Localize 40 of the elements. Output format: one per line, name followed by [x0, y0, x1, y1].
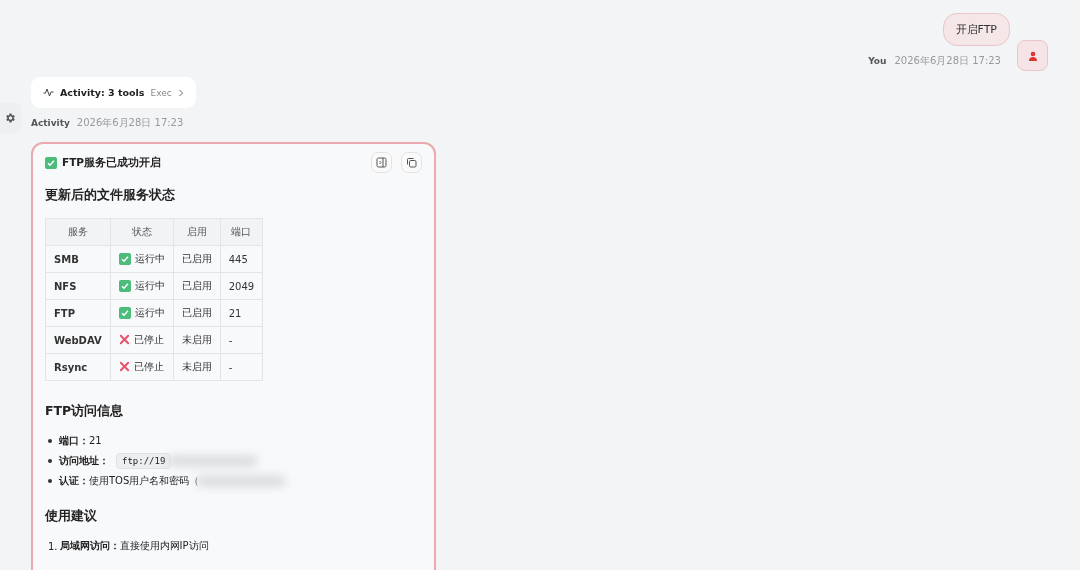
address-code: ftp://19 — [116, 453, 172, 469]
table-cell: 已启用 — [173, 299, 221, 327]
list-item-text: 访问地址： — [59, 454, 109, 468]
table-cell: 已启用 — [173, 272, 221, 300]
sender-name: Activity — [31, 118, 70, 128]
section-heading: 更新后的文件服务状态 — [45, 187, 176, 204]
table-cell: Rsync — [45, 353, 111, 381]
table-cell: - — [220, 326, 263, 354]
user-message: 开启FTP — [942, 13, 1010, 46]
table-cell: WebDAV — [45, 326, 111, 354]
table-cell: 未启用 — [173, 326, 221, 354]
section-heading: FTP访问信息 — [45, 403, 125, 420]
status-text: 运行中 — [134, 251, 165, 266]
table-cell: NFS — [45, 272, 111, 300]
table-cell: 21 — [220, 299, 263, 327]
column-header: 启用 — [173, 218, 221, 246]
card-title: FTP服务已成功开启 — [62, 155, 163, 170]
status-text: 运行中 — [134, 278, 165, 293]
table-cell: SMB — [45, 245, 111, 273]
table-cell: - — [220, 353, 263, 381]
column-header: 端口 — [220, 218, 263, 246]
status-text: 已停止 — [133, 359, 164, 374]
activity-button[interactable]: Activity: 3 tools Exec — [31, 77, 196, 108]
table-cell: 445 — [220, 245, 263, 273]
column-header: 状态 — [110, 218, 174, 246]
status-text: 运行中 — [134, 305, 165, 320]
table-cell: 已启用 — [173, 245, 221, 273]
table-cell: 未启用 — [173, 353, 221, 381]
table-cell: FTP — [45, 299, 111, 327]
table-cell: 2049 — [220, 272, 263, 300]
column-header: 服务 — [45, 218, 111, 246]
status-text: 已停止 — [133, 332, 164, 347]
list-item-text: 局域网访问：直接使用内网IP访问 — [59, 539, 209, 553]
message-time: 2026年6月28日 17:23 — [894, 53, 1001, 68]
sender-name: You — [868, 55, 887, 66]
list-item-text: 端口：21 — [59, 434, 102, 448]
list-number: 1. — [48, 540, 58, 552]
list-item-text: 认证：使用TOS用户名和密码（ — [59, 474, 200, 488]
message-time: 2026年6月28日 17:23 — [76, 116, 184, 130]
section-heading: 使用建议 — [45, 508, 98, 525]
